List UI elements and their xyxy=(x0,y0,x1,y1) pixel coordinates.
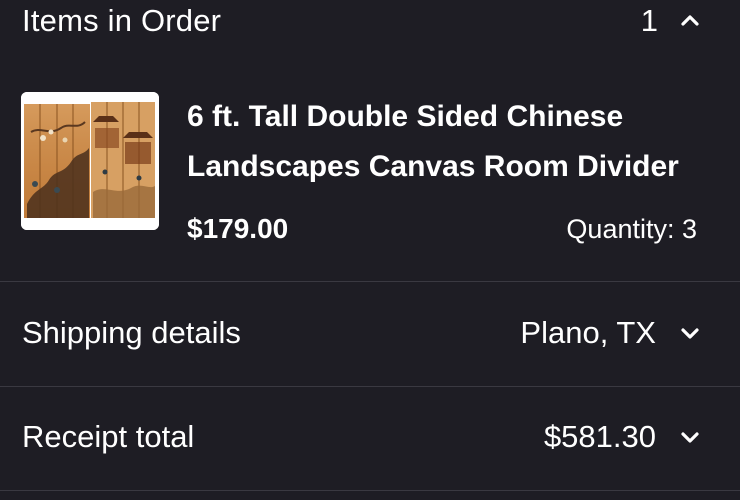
shipping-location: Plano, TX xyxy=(520,315,656,350)
order-item[interactable]: 6 ft. Tall Double Sided Chinese Landscap… xyxy=(0,64,740,281)
product-title[interactable]: 6 ft. Tall Double Sided Chinese Landscap… xyxy=(187,92,717,192)
product-price: $179.00 xyxy=(187,213,289,244)
receipt-total-value: $581.30 xyxy=(543,419,656,454)
shipping-details-label: Shipping details xyxy=(22,315,241,350)
receipt-total-row[interactable]: Receipt total $581.30 xyxy=(0,386,740,490)
items-in-order-header[interactable]: Items in Order 1 xyxy=(0,0,740,46)
chevron-down-icon[interactable] xyxy=(679,426,701,448)
divider xyxy=(0,490,740,491)
item-count: 1 xyxy=(640,3,658,38)
product-image[interactable] xyxy=(21,92,159,230)
product-quantity: Quantity: 3 xyxy=(566,214,697,244)
receipt-total-label: Receipt total xyxy=(22,419,195,454)
section-title: Items in Order xyxy=(22,3,222,38)
shipping-details-row[interactable]: Shipping details Plano, TX xyxy=(0,282,740,386)
chevron-up-icon[interactable] xyxy=(679,9,701,31)
chevron-down-icon[interactable] xyxy=(679,322,701,344)
